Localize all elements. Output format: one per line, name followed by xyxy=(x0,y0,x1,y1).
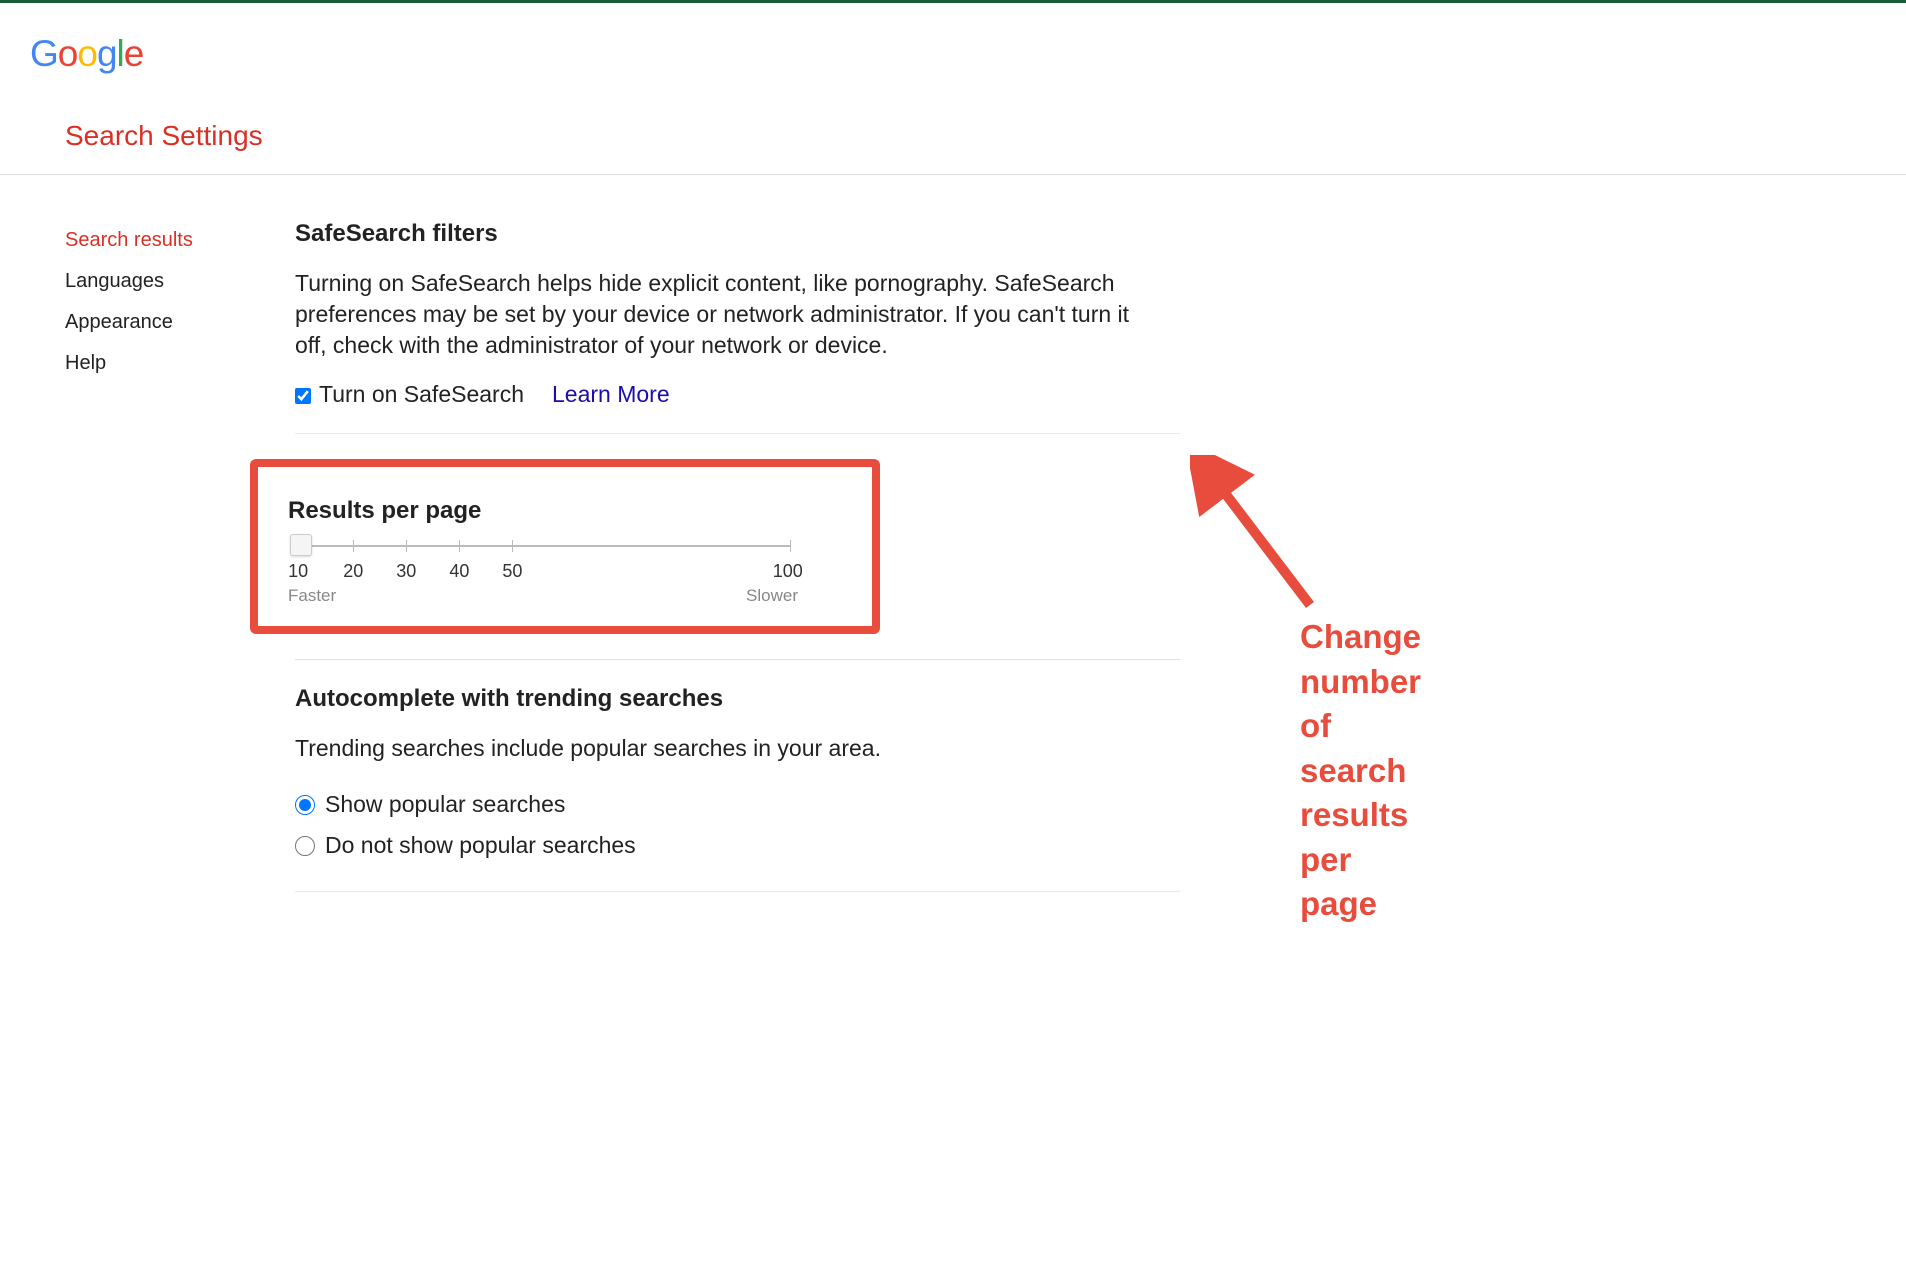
sidebar-item-appearance[interactable]: Appearance xyxy=(65,302,295,343)
safesearch-title: SafeSearch filters xyxy=(295,220,1180,248)
section-divider xyxy=(295,659,1180,660)
results-slider-track[interactable] xyxy=(300,545,790,547)
slider-tick-40: 40 xyxy=(449,561,469,582)
annotation-arrow-icon xyxy=(1190,455,1330,625)
slider-tick-20: 20 xyxy=(343,561,363,582)
safesearch-learn-more-link[interactable]: Learn More xyxy=(552,381,670,408)
autocomplete-title: Autocomplete with trending searches xyxy=(295,685,1180,713)
safesearch-checkbox[interactable] xyxy=(295,388,311,404)
autocomplete-hide-radio[interactable] xyxy=(295,836,315,856)
main-content: SafeSearch filters Turning on SafeSearch… xyxy=(295,220,1195,917)
autocomplete-show-label: Show popular searches xyxy=(325,791,565,818)
google-logo[interactable]: Google xyxy=(30,33,1876,75)
safesearch-checkbox-label: Turn on SafeSearch xyxy=(319,381,524,408)
annotation-text: Change number of search results per page xyxy=(1300,615,1421,927)
sidebar-item-help[interactable]: Help xyxy=(65,343,295,384)
results-per-page-section: Results per page 10 xyxy=(288,497,852,606)
slider-tick-30: 30 xyxy=(396,561,416,582)
slider-slower-label: Slower xyxy=(746,586,798,606)
slider-faster-label: Faster xyxy=(288,586,336,606)
slider-tick-10: 10 xyxy=(288,561,308,582)
results-per-page-title: Results per page xyxy=(288,497,852,525)
autocomplete-section: Autocomplete with trending searches Tren… xyxy=(295,685,1180,892)
autocomplete-show-radio[interactable] xyxy=(295,795,315,815)
annotation-highlight-box: Results per page 10 xyxy=(250,459,880,634)
header: Google xyxy=(0,3,1906,90)
safesearch-section: SafeSearch filters Turning on SafeSearch… xyxy=(295,220,1180,434)
page-title: Search Settings xyxy=(0,90,1906,174)
safesearch-desc: Turning on SafeSearch helps hide explici… xyxy=(295,268,1165,361)
slider-tick-100: 100 xyxy=(773,561,803,582)
autocomplete-hide-label: Do not show popular searches xyxy=(325,832,636,859)
results-slider-handle[interactable] xyxy=(290,534,312,556)
autocomplete-desc: Trending searches include popular search… xyxy=(295,733,1165,764)
sidebar-item-languages[interactable]: Languages xyxy=(65,261,295,302)
sidebar-item-search-results[interactable]: Search results xyxy=(65,220,295,261)
slider-tick-50: 50 xyxy=(502,561,522,582)
